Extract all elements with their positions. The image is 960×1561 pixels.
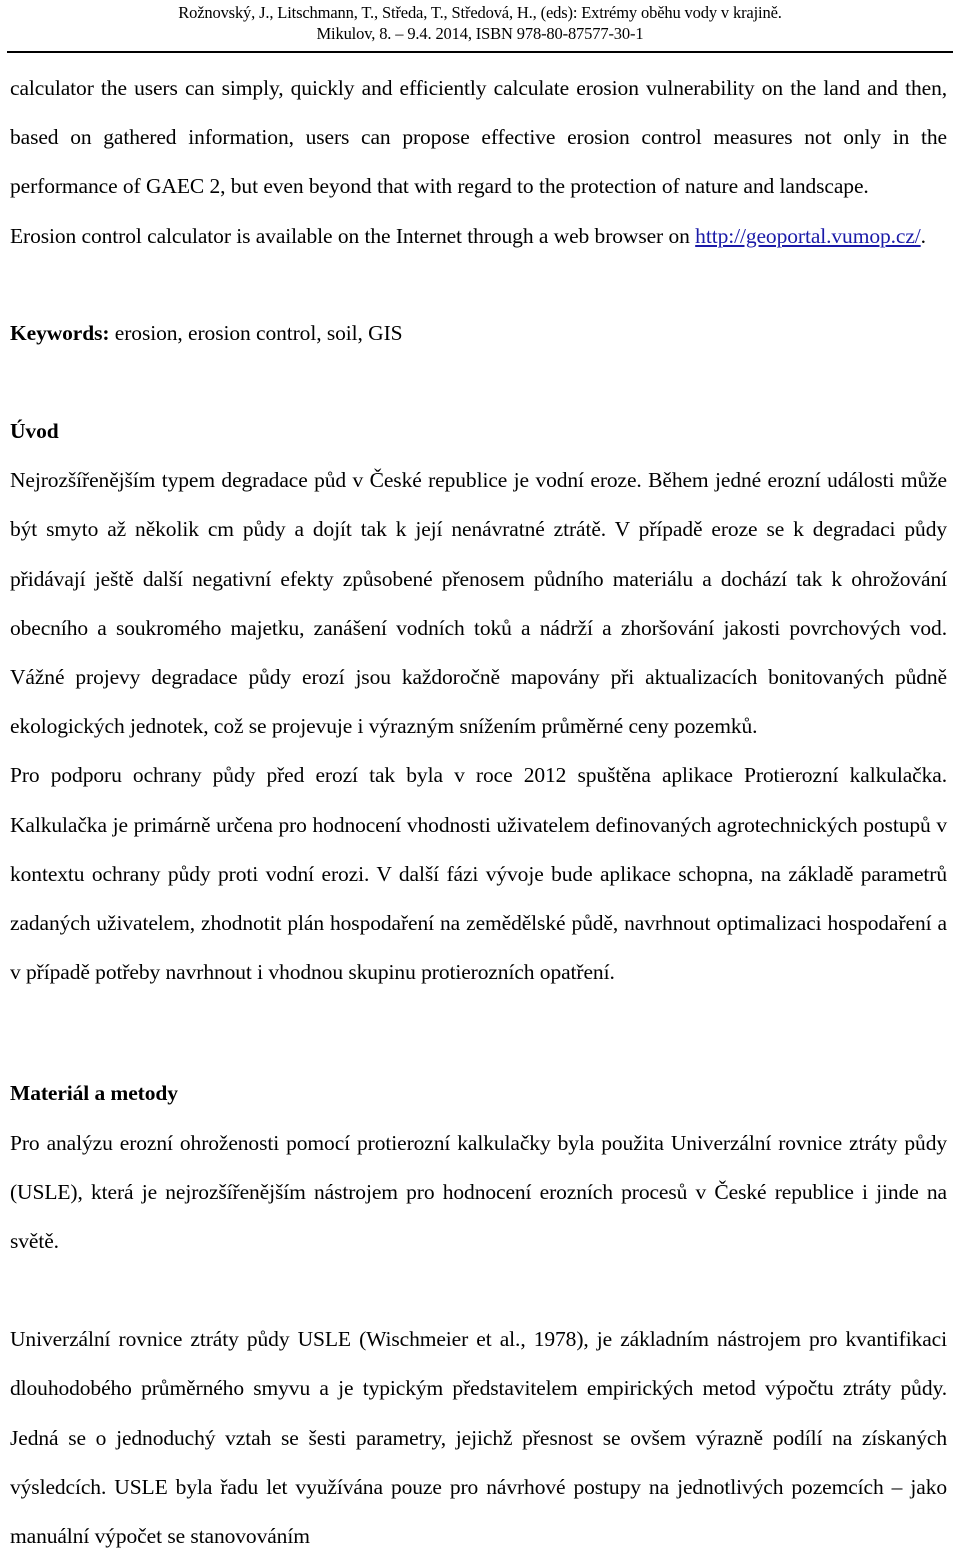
- section-heading-uvod: Úvod: [10, 419, 59, 444]
- spacer-mid-material: [10, 1266, 947, 1315]
- spacer-after-keywords: [10, 358, 947, 407]
- page-content: calculator the users can simply, quickly…: [10, 64, 947, 1561]
- geoportal-link[interactable]: http://geoportal.vumop.cz/: [695, 224, 921, 248]
- paragraph-availability: Erosion control calculator is available …: [10, 212, 947, 261]
- spacer-before-keywords: [10, 261, 947, 309]
- keywords-line: Keywords: erosion, erosion control, soil…: [10, 309, 947, 358]
- availability-text-prefix: Erosion control calculator is available …: [10, 223, 696, 248]
- header-divider-rule: [7, 51, 953, 53]
- section-heading-material-a-metody: Materiál a metody: [10, 1081, 178, 1106]
- page-running-head: Rožnovský, J., Litschmann, T., Středa, T…: [0, 0, 960, 53]
- running-head-line-1: Rožnovský, J., Litschmann, T., Středa, T…: [178, 3, 782, 22]
- running-head-line-2: Mikulov, 8. – 9.4. 2014, ISBN 978-80-875…: [316, 24, 644, 43]
- keywords-value: erosion, erosion control, soil, GIS: [109, 320, 403, 345]
- spacer-before-material: [10, 997, 947, 1069]
- paragraph-uvod-1: Nejrozšířenějším typem degradace půd v Č…: [10, 468, 947, 739]
- paragraph-material-1: Pro analýzu erozní ohroženosti pomocí pr…: [10, 1130, 947, 1254]
- paragraph-material-2: Univerzální rovnice ztráty půdy USLE (Wi…: [10, 1327, 947, 1549]
- availability-text-suffix: .: [920, 223, 926, 248]
- paragraph-abstract-continuation: calculator the users can simply, quickly…: [10, 76, 947, 199]
- keywords-label: Keywords:: [10, 320, 110, 345]
- paragraph-uvod-2: Pro podporu ochrany půdy před erozí tak …: [10, 763, 947, 985]
